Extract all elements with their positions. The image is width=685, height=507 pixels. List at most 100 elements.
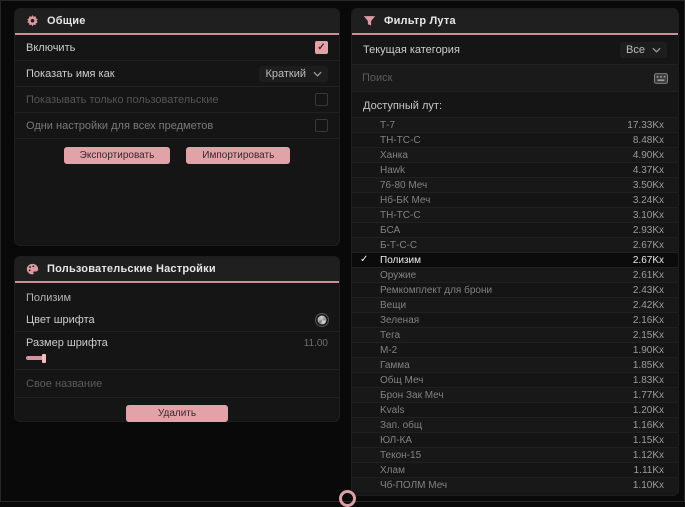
category-label: Текущая категория [363,43,460,56]
show-name-row: Показать имя как Краткий [15,61,339,87]
loot-list-item[interactable]: Вещи 2.42Kx [352,297,678,312]
loot-list-item[interactable]: Гамма 1.85Kx [352,357,678,372]
loot-list-item[interactable]: ✓ Полизим 2.67Kx [352,252,678,267]
loot-item-name: Общ Меч [380,374,424,386]
loot-item-name: Брон Зак Меч [380,389,444,401]
show-name-select[interactable]: Краткий [259,65,328,82]
font-size-value: 11.00 [303,337,328,349]
loot-item-count: 3.10Kx [632,209,664,221]
loot-list-item[interactable]: Текон-15 1.12Kx [352,447,678,462]
loot-list-item[interactable]: 76-80 Меч 3.50Kx [352,177,678,192]
loot-item-count: 17.33Kx [627,119,664,131]
enable-checkbox[interactable]: ✓ [315,41,328,54]
custom-settings-panel: Пользовательские Настройки Полизим Цвет … [15,257,339,422]
loot-item-count: 1.15Kx [632,434,664,446]
loot-item-count: 3.50Kx [632,179,664,191]
loot-list-item[interactable]: ТН-ТС-С 8.48Kx [352,132,678,147]
keyboard-icon[interactable] [654,72,668,84]
palette-icon [26,263,39,276]
chevron-down-icon [313,71,322,77]
loot-item-count: 2.43Kx [632,284,664,296]
loot-list-item[interactable]: ЮЛ-КА 1.15Kx [352,432,678,447]
loot-list-item[interactable]: Оружие 2.61Kx [352,267,678,282]
chevron-down-icon [652,47,661,53]
loot-list-item[interactable]: ТН-ТС-С 3.10Kx [352,207,678,222]
enable-row: Включить ✓ [15,35,339,61]
pink-ring-decoration [339,490,356,507]
loot-item-name: Гамма [380,359,410,371]
gear-icon [26,14,39,28]
loot-list-item[interactable]: Б-Т-С-С 2.67Kx [352,237,678,252]
loot-list-item[interactable]: Хлам 1.11Kx [352,462,678,477]
loot-item-count: 4.90Kx [632,149,664,161]
custom-name-input[interactable] [26,377,328,390]
export-import-row: Экспортировать Импортировать [15,139,339,170]
loot-item-count: 8.48Kx [632,134,664,146]
same-settings-row: Одни настройки для всех предметов [15,113,339,139]
loot-item-name: ЮЛ-КА [380,434,413,446]
loot-item-count: 2.42Kx [632,299,664,311]
loot-list-item[interactable]: БСА 2.93Kx [352,222,678,237]
loot-list-item[interactable]: Т-7 17.33Kx [352,117,678,132]
loot-list-item[interactable]: Брон Зак Меч 1.77Kx [352,387,678,402]
loot-item-count: 1.77Kx [632,389,664,401]
font-size-slider[interactable] [26,353,328,363]
loot-item-name: Б-Т-С-С [380,239,418,251]
enable-label: Включить [26,41,76,54]
loot-item-name: Ремкомплект для брони [380,284,493,296]
loot-item-count: 2.61Kx [632,269,664,281]
loot-item-count: 1.85Kx [632,359,664,371]
loot-item-name: БСА [380,224,401,236]
loot-list-item[interactable]: Общ Меч 1.83Kx [352,372,678,387]
loot-item-count: 2.15Kx [632,329,664,341]
import-button[interactable]: Импортировать [186,147,291,164]
loot-list-item[interactable]: М-2 1.90Kx [352,342,678,357]
same-settings-label: Одни настройки для всех предметов [26,119,214,132]
loot-item-count: 2.93Kx [632,224,664,236]
loot-list-item[interactable]: Kvals 1.20Kx [352,402,678,417]
search-row [352,65,678,92]
loot-list-item[interactable]: Тега 2.15Kx [352,327,678,342]
loot-item-name: Зеленая [380,314,420,326]
loot-item-name: Вещи [380,299,407,311]
slider-handle[interactable] [42,353,46,363]
loot-list-item[interactable]: Нб-БК Меч 3.24Kx [352,192,678,207]
loot-list-item[interactable]: Ханка 4.90Kx [352,147,678,162]
category-select-value: Все [626,43,645,56]
loot-list-item[interactable]: Hawk 4.37Kx [352,162,678,177]
loot-item-name: Хлам [380,464,405,476]
delete-row: Удалить [15,398,339,429]
only-custom-checkbox[interactable] [315,93,328,106]
only-custom-label: Показывать только пользовательские [26,93,219,106]
show-name-label: Показать имя как [26,67,115,80]
loot-list-item[interactable]: Зеленая 2.16Kx [352,312,678,327]
loot-list-item[interactable]: Ремкомплект для брони 2.43Kx [352,282,678,297]
loot-item-name: ТН-ТС-С [380,134,421,146]
general-panel-title: Общие [47,15,86,27]
loot-item-name: Ханка [380,149,408,161]
color-wheel-icon[interactable] [316,313,328,326]
font-color-label: Цвет шрифта [26,313,95,326]
custom-name-row [15,370,339,398]
same-settings-checkbox[interactable] [315,119,328,132]
loot-item-name: Т-7 [380,119,395,131]
loot-filter-title: Фильтр Лута [384,15,456,27]
loot-item-name: Kvals [380,404,405,416]
loot-item-name: Зап. общ [380,419,423,431]
selected-item-name: Полизим [26,292,72,304]
loot-item-name: 76-80 Меч [380,179,428,191]
loot-list-item[interactable]: Зап. общ 1.16Kx [352,417,678,432]
delete-button[interactable]: Удалить [125,405,229,422]
general-panel: Общие Включить ✓ Показать имя как Кратки… [15,9,339,245]
loot-filter-panel: Фильтр Лута Текущая категория Все Доступ… [352,9,678,495]
export-button[interactable]: Экспортировать [63,147,171,164]
loot-list: Т-7 17.33Kx ТН-ТС-С 8.48Kx Ханка 4.90Kx … [352,117,678,492]
loot-item-count: 2.67Kx [632,239,664,251]
loot-item-count: 1.16Kx [632,419,664,431]
loot-list-item[interactable]: Чб-ПОЛМ Меч 1.10Kx [352,477,678,492]
loot-item-count: 1.12Kx [632,449,664,461]
search-input[interactable] [362,72,654,84]
category-select[interactable]: Все [620,41,667,58]
loot-item-count: 2.16Kx [632,314,664,326]
show-name-select-value: Краткий [265,67,306,80]
